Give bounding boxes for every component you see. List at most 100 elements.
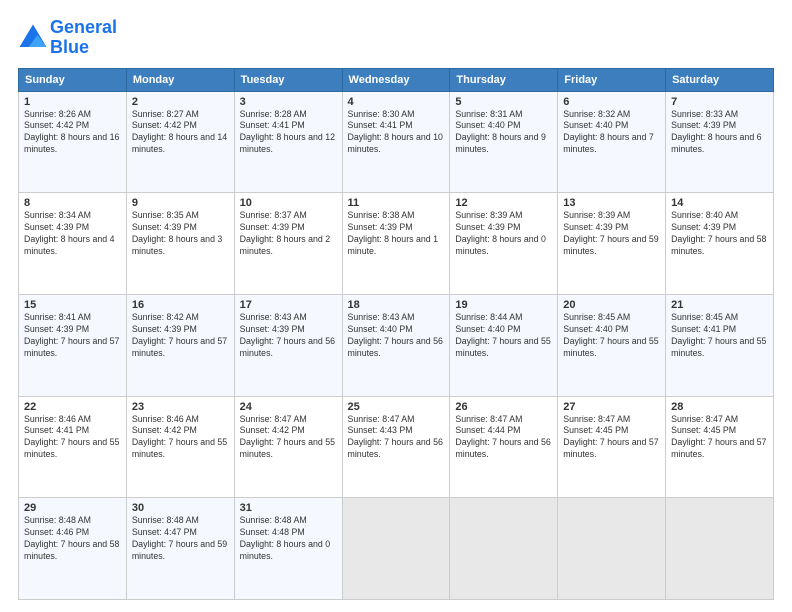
day-cell: 28Sunrise: 8:47 AMSunset: 4:45 PMDayligh…	[666, 396, 774, 498]
day-number: 12	[455, 197, 552, 209]
day-detail: Sunrise: 8:38 AMSunset: 4:39 PMDaylight:…	[348, 210, 445, 258]
week-row-3: 15Sunrise: 8:41 AMSunset: 4:39 PMDayligh…	[19, 294, 774, 396]
day-detail: Sunrise: 8:28 AMSunset: 4:41 PMDaylight:…	[240, 109, 337, 157]
day-detail: Sunrise: 8:43 AMSunset: 4:40 PMDaylight:…	[348, 312, 445, 360]
day-cell: 22Sunrise: 8:46 AMSunset: 4:41 PMDayligh…	[19, 396, 127, 498]
day-number: 5	[455, 96, 552, 108]
column-header-sunday: Sunday	[19, 68, 127, 91]
day-cell: 27Sunrise: 8:47 AMSunset: 4:45 PMDayligh…	[558, 396, 666, 498]
day-detail: Sunrise: 8:47 AMSunset: 4:44 PMDaylight:…	[455, 414, 552, 462]
day-detail: Sunrise: 8:48 AMSunset: 4:47 PMDaylight:…	[132, 515, 229, 563]
day-number: 4	[348, 96, 445, 108]
day-number: 28	[671, 401, 768, 413]
day-cell: 2Sunrise: 8:27 AMSunset: 4:42 PMDaylight…	[126, 91, 234, 193]
day-cell: 17Sunrise: 8:43 AMSunset: 4:39 PMDayligh…	[234, 294, 342, 396]
day-number: 19	[455, 299, 552, 311]
day-number: 23	[132, 401, 229, 413]
day-number: 18	[348, 299, 445, 311]
day-cell: 23Sunrise: 8:46 AMSunset: 4:42 PMDayligh…	[126, 396, 234, 498]
day-cell: 26Sunrise: 8:47 AMSunset: 4:44 PMDayligh…	[450, 396, 558, 498]
day-cell: 31Sunrise: 8:48 AMSunset: 4:48 PMDayligh…	[234, 498, 342, 600]
day-number: 3	[240, 96, 337, 108]
column-header-wednesday: Wednesday	[342, 68, 450, 91]
day-cell: 5Sunrise: 8:31 AMSunset: 4:40 PMDaylight…	[450, 91, 558, 193]
day-detail: Sunrise: 8:35 AMSunset: 4:39 PMDaylight:…	[132, 210, 229, 258]
day-cell: 9Sunrise: 8:35 AMSunset: 4:39 PMDaylight…	[126, 193, 234, 295]
day-detail: Sunrise: 8:27 AMSunset: 4:42 PMDaylight:…	[132, 109, 229, 157]
day-detail: Sunrise: 8:40 AMSunset: 4:39 PMDaylight:…	[671, 210, 768, 258]
day-detail: Sunrise: 8:44 AMSunset: 4:40 PMDaylight:…	[455, 312, 552, 360]
day-detail: Sunrise: 8:31 AMSunset: 4:40 PMDaylight:…	[455, 109, 552, 157]
day-cell: 13Sunrise: 8:39 AMSunset: 4:39 PMDayligh…	[558, 193, 666, 295]
column-header-monday: Monday	[126, 68, 234, 91]
day-number: 14	[671, 197, 768, 209]
day-cell: 24Sunrise: 8:47 AMSunset: 4:42 PMDayligh…	[234, 396, 342, 498]
column-header-saturday: Saturday	[666, 68, 774, 91]
day-detail: Sunrise: 8:34 AMSunset: 4:39 PMDaylight:…	[24, 210, 121, 258]
day-number: 30	[132, 502, 229, 514]
calendar-body: 1Sunrise: 8:26 AMSunset: 4:42 PMDaylight…	[19, 91, 774, 599]
day-cell: 15Sunrise: 8:41 AMSunset: 4:39 PMDayligh…	[19, 294, 127, 396]
day-cell: 12Sunrise: 8:39 AMSunset: 4:39 PMDayligh…	[450, 193, 558, 295]
day-detail: Sunrise: 8:47 AMSunset: 4:45 PMDaylight:…	[671, 414, 768, 462]
day-cell: 16Sunrise: 8:42 AMSunset: 4:39 PMDayligh…	[126, 294, 234, 396]
day-detail: Sunrise: 8:39 AMSunset: 4:39 PMDaylight:…	[563, 210, 660, 258]
day-detail: Sunrise: 8:47 AMSunset: 4:45 PMDaylight:…	[563, 414, 660, 462]
day-cell: 18Sunrise: 8:43 AMSunset: 4:40 PMDayligh…	[342, 294, 450, 396]
day-number: 6	[563, 96, 660, 108]
day-number: 21	[671, 299, 768, 311]
day-number: 20	[563, 299, 660, 311]
day-cell	[666, 498, 774, 600]
day-detail: Sunrise: 8:47 AMSunset: 4:42 PMDaylight:…	[240, 414, 337, 462]
day-cell: 4Sunrise: 8:30 AMSunset: 4:41 PMDaylight…	[342, 91, 450, 193]
day-cell: 10Sunrise: 8:37 AMSunset: 4:39 PMDayligh…	[234, 193, 342, 295]
day-number: 17	[240, 299, 337, 311]
day-number: 27	[563, 401, 660, 413]
header: General Blue	[18, 18, 774, 58]
day-cell: 30Sunrise: 8:48 AMSunset: 4:47 PMDayligh…	[126, 498, 234, 600]
day-cell: 1Sunrise: 8:26 AMSunset: 4:42 PMDaylight…	[19, 91, 127, 193]
day-number: 26	[455, 401, 552, 413]
day-cell: 6Sunrise: 8:32 AMSunset: 4:40 PMDaylight…	[558, 91, 666, 193]
logo-text: General Blue	[50, 18, 117, 58]
day-cell: 20Sunrise: 8:45 AMSunset: 4:40 PMDayligh…	[558, 294, 666, 396]
column-header-thursday: Thursday	[450, 68, 558, 91]
logo: General Blue	[18, 18, 117, 58]
week-row-2: 8Sunrise: 8:34 AMSunset: 4:39 PMDaylight…	[19, 193, 774, 295]
day-detail: Sunrise: 8:30 AMSunset: 4:41 PMDaylight:…	[348, 109, 445, 157]
week-row-4: 22Sunrise: 8:46 AMSunset: 4:41 PMDayligh…	[19, 396, 774, 498]
day-cell: 11Sunrise: 8:38 AMSunset: 4:39 PMDayligh…	[342, 193, 450, 295]
day-detail: Sunrise: 8:47 AMSunset: 4:43 PMDaylight:…	[348, 414, 445, 462]
day-detail: Sunrise: 8:46 AMSunset: 4:41 PMDaylight:…	[24, 414, 121, 462]
day-detail: Sunrise: 8:42 AMSunset: 4:39 PMDaylight:…	[132, 312, 229, 360]
day-cell: 25Sunrise: 8:47 AMSunset: 4:43 PMDayligh…	[342, 396, 450, 498]
day-detail: Sunrise: 8:41 AMSunset: 4:39 PMDaylight:…	[24, 312, 121, 360]
day-detail: Sunrise: 8:37 AMSunset: 4:39 PMDaylight:…	[240, 210, 337, 258]
column-header-friday: Friday	[558, 68, 666, 91]
day-cell	[450, 498, 558, 600]
week-row-1: 1Sunrise: 8:26 AMSunset: 4:42 PMDaylight…	[19, 91, 774, 193]
page: General Blue SundayMondayTuesdayWednesda…	[0, 0, 792, 612]
day-number: 9	[132, 197, 229, 209]
day-detail: Sunrise: 8:45 AMSunset: 4:41 PMDaylight:…	[671, 312, 768, 360]
day-detail: Sunrise: 8:33 AMSunset: 4:39 PMDaylight:…	[671, 109, 768, 157]
day-number: 8	[24, 197, 121, 209]
day-detail: Sunrise: 8:45 AMSunset: 4:40 PMDaylight:…	[563, 312, 660, 360]
day-cell: 8Sunrise: 8:34 AMSunset: 4:39 PMDaylight…	[19, 193, 127, 295]
day-detail: Sunrise: 8:46 AMSunset: 4:42 PMDaylight:…	[132, 414, 229, 462]
day-number: 22	[24, 401, 121, 413]
day-cell: 14Sunrise: 8:40 AMSunset: 4:39 PMDayligh…	[666, 193, 774, 295]
day-cell: 7Sunrise: 8:33 AMSunset: 4:39 PMDaylight…	[666, 91, 774, 193]
day-number: 31	[240, 502, 337, 514]
day-detail: Sunrise: 8:26 AMSunset: 4:42 PMDaylight:…	[24, 109, 121, 157]
day-number: 7	[671, 96, 768, 108]
day-number: 1	[24, 96, 121, 108]
day-detail: Sunrise: 8:32 AMSunset: 4:40 PMDaylight:…	[563, 109, 660, 157]
day-detail: Sunrise: 8:48 AMSunset: 4:46 PMDaylight:…	[24, 515, 121, 563]
day-cell	[342, 498, 450, 600]
day-number: 29	[24, 502, 121, 514]
day-number: 15	[24, 299, 121, 311]
day-detail: Sunrise: 8:39 AMSunset: 4:39 PMDaylight:…	[455, 210, 552, 258]
day-detail: Sunrise: 8:43 AMSunset: 4:39 PMDaylight:…	[240, 312, 337, 360]
day-detail: Sunrise: 8:48 AMSunset: 4:48 PMDaylight:…	[240, 515, 337, 563]
